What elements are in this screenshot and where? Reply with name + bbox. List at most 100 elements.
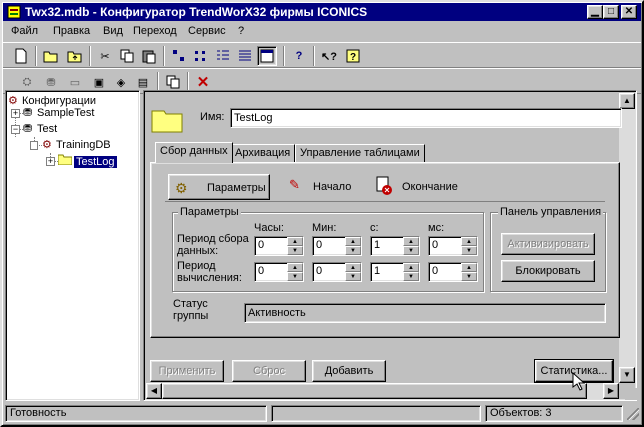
spin-down-icon[interactable]: ▼ — [287, 246, 303, 255]
activate-button[interactable]: Активизировать — [501, 233, 595, 255]
paste-button[interactable] — [139, 46, 159, 66]
tab-archiving[interactable]: Архивация — [230, 144, 296, 163]
block-button[interactable]: Блокировать — [501, 260, 595, 282]
database-icon: ⛃ — [46, 76, 56, 89]
tree-node-trainingdb[interactable]: ⚙ TrainingDB — [42, 137, 111, 153]
tree-node-testlog[interactable]: TestLog — [57, 153, 117, 169]
tab-data-collection[interactable]: Сбор данных — [155, 142, 233, 163]
subtab-parameters[interactable]: ⚙ Параметры — [168, 174, 270, 200]
collapse-test-button[interactable]: − — [11, 125, 20, 134]
spin-down-icon[interactable]: ▼ — [461, 272, 477, 281]
collection-hours-spinner[interactable]: 0 ▲ ▼ — [254, 236, 304, 256]
add-item-button[interactable]: ▤ — [133, 72, 153, 92]
help-button[interactable]: ? — [289, 46, 309, 66]
close-icon: ✕ — [624, 6, 634, 17]
calc-ms-spinner[interactable]: 0 ▲ ▼ — [428, 262, 478, 282]
minimize-button[interactable]: ▁ — [587, 5, 603, 19]
scroll-right-button[interactable]: ▶ — [603, 383, 619, 399]
tree-node-test[interactable]: ⛃ Test — [23, 121, 57, 137]
spin-down-icon[interactable]: ▼ — [403, 272, 419, 281]
small-icons-button[interactable] — [191, 46, 211, 66]
spin-up-icon[interactable]: ▲ — [287, 263, 303, 272]
pointer-help-icon: ↖? — [321, 50, 337, 63]
details-view-button[interactable] — [235, 46, 255, 66]
list-view-button[interactable] — [213, 46, 233, 66]
delete-x-icon: ✕ — [196, 74, 210, 91]
copy-button[interactable] — [117, 46, 137, 66]
open-button[interactable] — [41, 46, 61, 66]
collection-minutes-spinner[interactable]: 0 ▲ ▼ — [312, 236, 362, 256]
spin-up-icon[interactable]: ▲ — [403, 263, 419, 272]
svg-text:?: ? — [350, 52, 356, 63]
config-icon: ⚙ — [8, 95, 18, 107]
small-icons-icon — [195, 51, 205, 61]
spin-up-icon[interactable]: ▲ — [345, 237, 361, 246]
menu-help[interactable]: ? — [238, 25, 244, 37]
add-tag-button[interactable]: ◈ — [111, 72, 131, 92]
spinner-value: 0 — [432, 265, 439, 277]
collection-seconds-spinner[interactable]: 1 ▲ ▼ — [370, 236, 420, 256]
spin-down-icon[interactable]: ▼ — [287, 272, 303, 281]
large-icons-button[interactable] — [169, 46, 189, 66]
tree-label: Test — [37, 123, 58, 135]
status-label: Статус группы — [173, 298, 209, 322]
add-group-button[interactable]: ▣ — [89, 72, 109, 92]
menu-file[interactable]: Файл — [11, 25, 38, 37]
calc-minutes-spinner[interactable]: 0 ▲ ▼ — [312, 262, 362, 282]
add-db-button[interactable]: ⛃ — [41, 72, 61, 92]
spin-down-icon[interactable]: ▼ — [345, 246, 361, 255]
vertical-scrollbar[interactable]: ▲ ▼ — [619, 93, 635, 383]
list-icon — [217, 50, 229, 60]
tree-label: TrainingDB — [56, 139, 111, 151]
subtab-start[interactable]: ✎ Начало — [289, 176, 369, 198]
add-server-button[interactable]: ⛭ — [17, 72, 37, 92]
subtab-label: Начало — [313, 181, 352, 193]
calc-hours-spinner[interactable]: 0 ▲ ▼ — [254, 262, 304, 282]
duplicate-button[interactable] — [163, 72, 183, 92]
spin-down-icon[interactable]: ▼ — [345, 272, 361, 281]
tag-icon: ◈ — [116, 76, 126, 89]
delete-button[interactable]: ✕ — [193, 72, 213, 92]
name-input[interactable]: TestLog — [230, 108, 622, 128]
subtab-end[interactable]: Окончание — [375, 176, 475, 198]
collection-ms-spinner[interactable]: 0 ▲ ▼ — [428, 236, 478, 256]
scroll-left-button[interactable]: ◀ — [146, 383, 162, 399]
horizontal-scrollbar[interactable]: ◀ ▶ — [146, 383, 619, 399]
tab-table-management[interactable]: Управление таблицами — [295, 144, 425, 163]
group-icon: ▣ — [93, 76, 105, 89]
about-button[interactable]: ? — [343, 46, 363, 66]
menu-navigate[interactable]: Переход — [133, 25, 177, 37]
context-help-button[interactable]: ↖? — [319, 46, 339, 66]
new-button[interactable] — [11, 46, 31, 66]
cut-button[interactable]: ✂ — [95, 46, 115, 66]
reset-button[interactable]: Сброс — [232, 360, 306, 382]
spin-up-icon[interactable]: ▲ — [345, 263, 361, 272]
scroll-down-button[interactable]: ▼ — [619, 367, 635, 383]
resize-grip-icon[interactable] — [627, 408, 639, 420]
calc-seconds-spinner[interactable]: 1 ▲ ▼ — [370, 262, 420, 282]
menu-view[interactable]: Вид — [103, 25, 123, 37]
properties-view-button[interactable] — [257, 46, 277, 66]
spin-up-icon[interactable]: ▲ — [461, 263, 477, 272]
spin-up-icon[interactable]: ▲ — [461, 237, 477, 246]
add-folder-button[interactable]: ▭ — [65, 72, 85, 92]
database-icon: ⛃ — [23, 107, 33, 119]
menu-tools[interactable]: Сервис — [188, 25, 226, 37]
expand-sample-button[interactable]: + — [11, 109, 20, 118]
expand-testlog-button[interactable]: + — [46, 157, 55, 166]
up-folder-button[interactable] — [65, 46, 85, 66]
spin-down-icon[interactable]: ▼ — [403, 246, 419, 255]
menu-edit[interactable]: Правка — [53, 25, 90, 37]
apply-button[interactable]: Применить — [150, 360, 224, 382]
spin-down-icon[interactable]: ▼ — [461, 246, 477, 255]
status-field: Активность — [244, 303, 606, 323]
spin-up-icon[interactable]: ▲ — [287, 237, 303, 246]
spin-up-icon[interactable]: ▲ — [403, 237, 419, 246]
close-button[interactable]: ✕ — [621, 5, 637, 19]
scroll-up-button[interactable]: ▲ — [619, 93, 635, 109]
add-button[interactable]: Добавить — [312, 360, 386, 382]
maximize-button[interactable]: □ — [603, 5, 619, 19]
config-tree: ⚙ Конфигурации + ⛃ SampleTest − ⛃ Test ⚙ Tra… — [5, 90, 140, 401]
scroll-thumb[interactable] — [162, 383, 587, 399]
tree-node-sampletest[interactable]: ⛃ SampleTest — [23, 105, 94, 121]
